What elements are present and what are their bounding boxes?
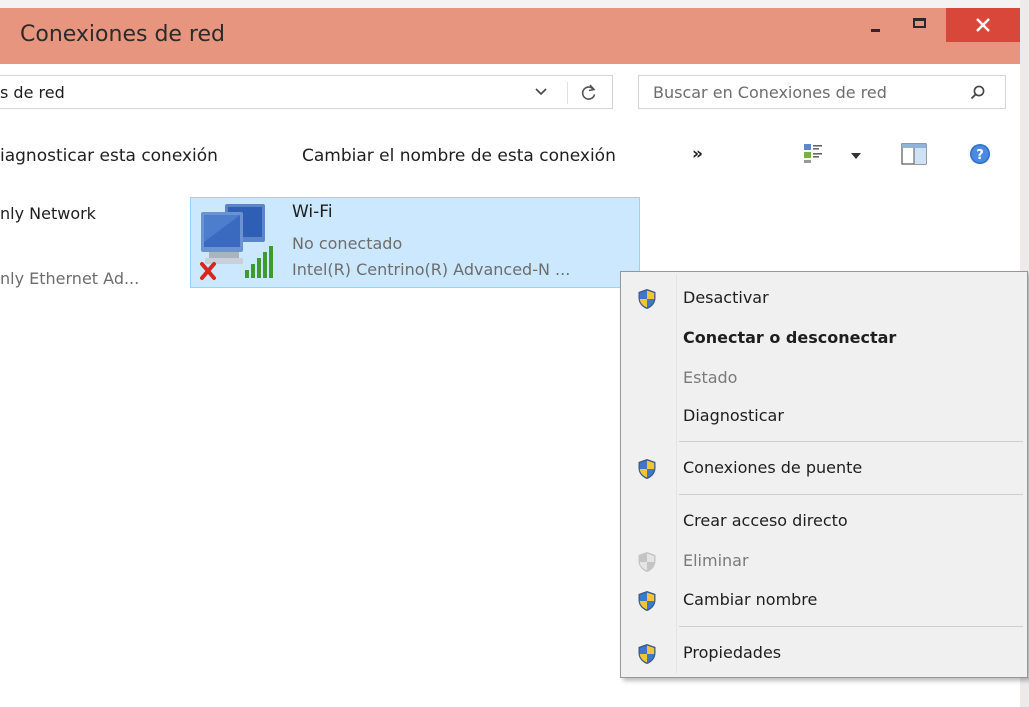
- menu-item-estado: Estado: [621, 362, 1027, 396]
- menu-item-label: Crear acceso directo: [683, 511, 848, 530]
- minimize-icon: [871, 29, 880, 32]
- menu-item-crear-acceso-directo[interactable]: Crear acceso directo: [621, 505, 1027, 539]
- preview-pane-icon[interactable]: [901, 143, 927, 165]
- chevron-down-icon[interactable]: [534, 86, 548, 98]
- menu-separator: [679, 441, 1023, 442]
- minimize-button[interactable]: [852, 8, 898, 42]
- close-button[interactable]: [946, 8, 1020, 42]
- help-icon[interactable]: ?: [969, 143, 991, 165]
- view-options-dropdown-icon[interactable]: [850, 152, 862, 160]
- menu-item-conexiones-puente[interactable]: Conexiones de puente: [621, 452, 1027, 486]
- maximize-button[interactable]: [898, 8, 944, 42]
- menu-item-eliminar: Eliminar: [621, 545, 1027, 579]
- uac-shield-disabled-icon: [637, 551, 657, 573]
- diagnose-connection-button[interactable]: iagnosticar esta conexión: [0, 146, 218, 166]
- network-item-device: Intel(R) Centrino(R) Advanced-N ...: [292, 260, 571, 279]
- wifi-adapter-icon: [200, 204, 273, 280]
- address-bar[interactable]: s de red: [0, 75, 613, 109]
- address-separator: [567, 82, 568, 104]
- menu-item-label: Estado: [683, 368, 738, 387]
- more-commands-button[interactable]: »: [692, 144, 703, 164]
- menu-separator: [679, 494, 1023, 495]
- uac-shield-icon: [637, 458, 657, 480]
- uac-shield-icon: [637, 643, 657, 665]
- search-input[interactable]: Buscar en Conexiones de red: [653, 83, 887, 102]
- rename-connection-button[interactable]: Cambiar el nombre de esta conexión: [302, 146, 616, 166]
- network-item-name: nly Network: [0, 204, 96, 223]
- close-icon: [976, 18, 990, 32]
- svg-text:?: ?: [976, 148, 984, 163]
- refresh-icon[interactable]: [579, 83, 599, 103]
- menu-item-label: Diagnosticar: [683, 406, 784, 425]
- menu-item-label: Conectar o desconectar: [683, 328, 897, 347]
- menu-item-cambiar-nombre[interactable]: Cambiar nombre: [621, 584, 1027, 618]
- address-row: s de red Buscar en Conexiones de red: [0, 64, 1020, 122]
- address-path[interactable]: s de red: [0, 83, 65, 102]
- change-view-icon[interactable]: [803, 142, 825, 164]
- menu-item-label: Conexiones de puente: [683, 458, 863, 477]
- network-item-name: Wi-Fi: [292, 202, 333, 222]
- network-connections-window: Conexiones de red s de red Buscar en Con…: [0, 0, 1029, 707]
- title-bar[interactable]: Conexiones de red: [0, 8, 1020, 64]
- search-box[interactable]: Buscar en Conexiones de red: [638, 75, 1006, 109]
- network-item-device: nly Ethernet Ad...: [0, 269, 140, 288]
- menu-item-propiedades[interactable]: Propiedades: [621, 637, 1027, 671]
- maximize-icon: [913, 18, 926, 28]
- menu-item-diagnosticar[interactable]: Diagnosticar: [621, 400, 1027, 434]
- context-menu: Desactivar Conectar o desconectar Estado…: [620, 271, 1028, 678]
- window-title: Conexiones de red: [20, 22, 225, 47]
- menu-item-desactivar[interactable]: Desactivar: [621, 282, 1027, 316]
- uac-shield-icon: [637, 590, 657, 612]
- menu-item-label: Cambiar nombre: [683, 590, 818, 609]
- network-item-wifi[interactable]: Wi-Fi No conectado Intel(R) Centrino(R) …: [190, 197, 640, 288]
- menu-item-label: Eliminar: [683, 551, 749, 570]
- search-icon[interactable]: [969, 84, 987, 102]
- network-item-status: No conectado: [292, 234, 403, 253]
- menu-item-conectar-desconectar[interactable]: Conectar o desconectar: [621, 322, 1027, 356]
- menu-item-label: Propiedades: [683, 643, 782, 662]
- uac-shield-icon: [637, 288, 657, 310]
- top-strip: [0, 0, 1029, 8]
- menu-item-label: Desactivar: [683, 288, 769, 307]
- command-bar: iagnosticar esta conexión Cambiar el nom…: [0, 122, 1020, 192]
- menu-separator: [679, 626, 1023, 627]
